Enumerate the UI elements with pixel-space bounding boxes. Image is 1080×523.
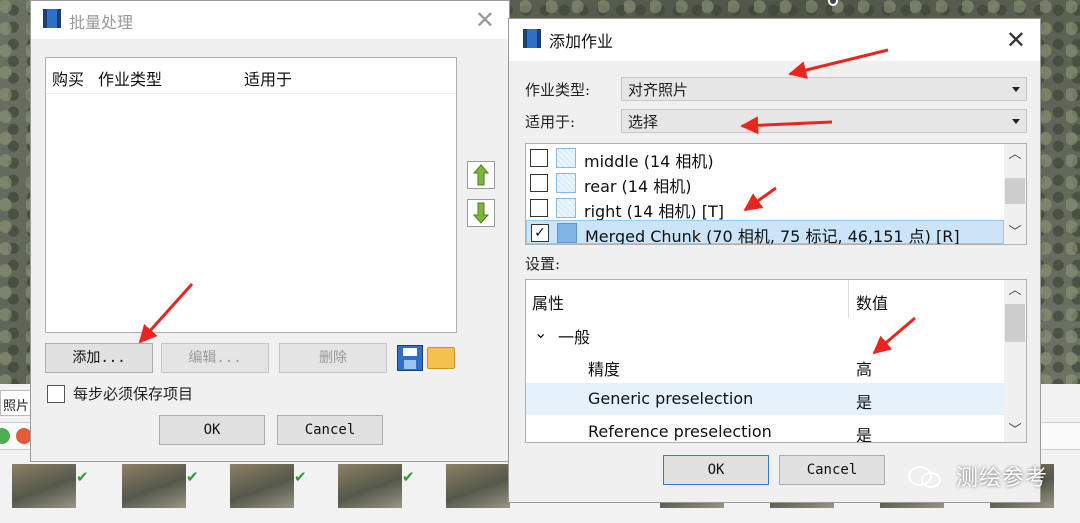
setting-name: Reference preselection bbox=[588, 422, 772, 441]
job-type-value: 对齐照片 bbox=[628, 81, 689, 99]
scroll-thumb[interactable] bbox=[1005, 178, 1025, 204]
settings-row[interactable]: Generic preselection 是 bbox=[526, 383, 1004, 415]
settings-header: 属性 数值 bbox=[526, 280, 1004, 318]
edit-job-button[interactable]: 编辑... bbox=[161, 343, 269, 373]
batch-dialog-titlebar[interactable]: 批量处理 ✕ bbox=[31, 1, 509, 39]
save-each-step-checkbox[interactable] bbox=[47, 385, 65, 403]
chunk-item[interactable]: middle (14 相机) bbox=[526, 146, 1004, 171]
batch-cancel-button[interactable]: Cancel bbox=[277, 415, 383, 445]
setting-name: Generic preselection bbox=[588, 389, 754, 408]
aligned-check-icon: ✔ bbox=[186, 468, 199, 486]
move-down-button[interactable] bbox=[467, 199, 495, 227]
batch-ok-button[interactable]: OK bbox=[159, 415, 265, 445]
app-icon bbox=[43, 9, 61, 28]
add-job-titlebar[interactable]: 添加作业 ✕ bbox=[509, 19, 1040, 61]
app-icon bbox=[523, 29, 541, 48]
apply-to-label: 适用于: bbox=[525, 113, 576, 131]
column-header-job-type[interactable]: 作业类型 bbox=[98, 66, 162, 90]
settings-table[interactable]: 属性 数值 ⌄ 一般 精度 高 Generic preselection 是 R… bbox=[525, 279, 1027, 443]
arrow-down-icon bbox=[472, 202, 490, 224]
aligned-check-icon: ✔ bbox=[76, 468, 89, 486]
column-header-property[interactable]: 属性 bbox=[532, 290, 564, 314]
scroll-thumb[interactable] bbox=[1005, 304, 1025, 342]
move-up-button[interactable] bbox=[467, 161, 495, 189]
settings-row[interactable]: 精度 高 bbox=[526, 350, 1004, 382]
add-job-title: 添加作业 bbox=[549, 32, 614, 51]
chunk-item[interactable]: right (14 相机) [T] bbox=[526, 196, 1004, 221]
delete-job-button[interactable]: 删除 bbox=[279, 343, 387, 373]
chunk-item[interactable]: rear (14 相机) bbox=[526, 171, 1004, 196]
chunk-label: right (14 相机) [T] bbox=[584, 202, 724, 221]
batch-process-dialog: 批量处理 ✕ 购买 作业类型 适用于 添加... 编辑... 删除 每步必须保存… bbox=[30, 0, 510, 462]
job-type-label: 作业类型: bbox=[525, 81, 591, 99]
column-header-apply-to[interactable]: 适用于 bbox=[244, 66, 292, 90]
open-folder-icon[interactable] bbox=[427, 347, 455, 369]
aligned-check-icon: ✔ bbox=[294, 468, 307, 486]
photo-thumbnail[interactable] bbox=[446, 464, 510, 508]
settings-label: 设置: bbox=[525, 255, 561, 273]
aligned-check-icon: ✔ bbox=[402, 468, 415, 486]
chunk-label: rear (14 相机) bbox=[584, 177, 692, 196]
scroll-down-icon[interactable]: ﹀ bbox=[1004, 222, 1026, 244]
job-list-header: 购买 作业类型 适用于 bbox=[46, 58, 456, 94]
chunk-checkbox[interactable] bbox=[530, 149, 548, 167]
settings-group-label: 一般 bbox=[558, 328, 591, 347]
chunk-label: middle (14 相机) bbox=[584, 152, 714, 171]
scroll-up-icon[interactable]: ︿ bbox=[1004, 144, 1026, 166]
add-job-dialog: 添加作业 ✕ 作业类型: 对齐照片 适用于: 选择 middle (14 相机)… bbox=[508, 18, 1041, 503]
apply-to-select[interactable]: 选择 bbox=[621, 109, 1027, 133]
arrow-up-icon bbox=[472, 164, 490, 186]
setting-value[interactable]: 是 bbox=[856, 389, 872, 413]
column-divider bbox=[848, 280, 849, 318]
setting-value[interactable]: 是 bbox=[856, 422, 872, 442]
add-job-ok-button[interactable]: OK bbox=[663, 455, 769, 485]
chunk-label: Merged Chunk (70 相机, 75 标记, 46,151 点) [R… bbox=[585, 227, 960, 245]
settings-scrollbar[interactable]: ︿ ﹀ bbox=[1004, 280, 1026, 442]
chunk-list-scrollbar[interactable]: ︿ ﹀ bbox=[1004, 144, 1026, 244]
setting-name: 精度 bbox=[588, 360, 621, 379]
chunk-checkbox-checked[interactable]: ✓ bbox=[531, 224, 549, 242]
watermark-text: 测绘参考 bbox=[955, 466, 1048, 491]
chunk-checkbox[interactable] bbox=[530, 199, 548, 217]
save-icon[interactable] bbox=[397, 345, 423, 371]
photo-thumbnail[interactable] bbox=[338, 464, 402, 508]
add-job-button[interactable]: 添加... bbox=[45, 343, 153, 373]
chevron-down-icon bbox=[1012, 119, 1020, 124]
chevron-down-icon bbox=[1012, 87, 1020, 92]
chunk-icon bbox=[557, 223, 577, 243]
add-job-cancel-button[interactable]: Cancel bbox=[779, 455, 885, 485]
close-icon[interactable]: ✕ bbox=[475, 6, 495, 34]
wechat-icon bbox=[907, 466, 941, 488]
job-list[interactable]: 购买 作业类型 适用于 bbox=[45, 57, 457, 333]
scroll-down-icon[interactable]: ﹀ bbox=[1004, 420, 1026, 442]
chevron-down-icon[interactable]: ⌄ bbox=[534, 323, 547, 342]
chunk-icon bbox=[556, 148, 576, 168]
column-header-enabled[interactable]: 购买 bbox=[52, 66, 84, 90]
job-type-select[interactable]: 对齐照片 bbox=[621, 77, 1027, 101]
settings-group-row[interactable]: ⌄ 一般 bbox=[526, 318, 1004, 350]
chunk-icon bbox=[556, 173, 576, 193]
chunk-list[interactable]: middle (14 相机) rear (14 相机) right (14 相机… bbox=[525, 143, 1027, 245]
batch-dialog-title: 批量处理 bbox=[69, 13, 134, 32]
chunk-icon bbox=[556, 198, 576, 218]
setting-value[interactable]: 高 bbox=[856, 356, 872, 380]
column-header-value[interactable]: 数值 bbox=[856, 290, 888, 314]
save-each-step-label: 每步必须保存项目 bbox=[73, 385, 194, 403]
photo-thumbnail[interactable] bbox=[230, 464, 294, 508]
photo-thumbnail[interactable] bbox=[12, 464, 76, 508]
chunk-checkbox[interactable] bbox=[530, 174, 548, 192]
close-icon[interactable]: ✕ bbox=[1006, 26, 1026, 54]
watermark: 测绘参考 bbox=[907, 460, 1048, 492]
settings-row[interactable]: Reference preselection 是 bbox=[526, 416, 1004, 442]
apply-to-value: 选择 bbox=[628, 113, 659, 131]
scroll-up-icon[interactable]: ︿ bbox=[1004, 280, 1026, 302]
chunk-item-selected[interactable]: ✓ Merged Chunk (70 相机, 75 标记, 46,151 点) … bbox=[526, 220, 1004, 244]
photo-thumbnail[interactable] bbox=[122, 464, 186, 508]
